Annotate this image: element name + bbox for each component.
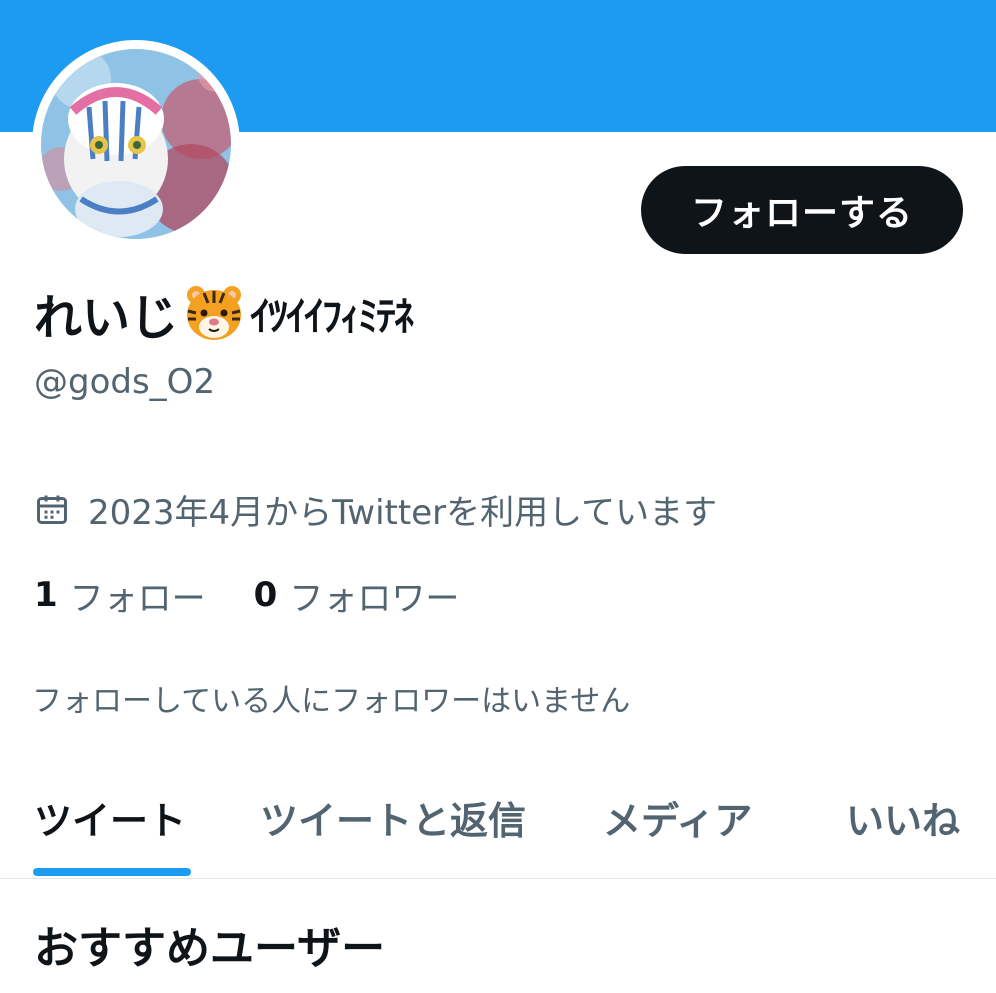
followers-count: 0	[253, 575, 278, 615]
display-name-suffix: ｲﾂｲｲﾌｨﾐﾃﾈ	[250, 294, 414, 340]
mutual-followers-note: フォローしている人にフォロワーはいません	[32, 684, 631, 719]
tab-media[interactable]: メディア	[603, 770, 752, 878]
active-tab-indicator	[33, 868, 191, 876]
followers-link[interactable]: 0 フォロワー	[254, 571, 460, 620]
profile-tabs: ツイート ツイートと返信 メディア いいね	[0, 770, 996, 879]
follow-button[interactable]: フォローする	[641, 166, 963, 254]
following-label: フォロー	[69, 578, 206, 619]
tab-tweets-and-replies[interactable]: ツイートと返信	[260, 770, 526, 878]
joined-date: 2023年4月からTwitterを利用しています	[34, 484, 717, 534]
tab-tweets[interactable]: ツイート	[34, 770, 186, 878]
avatar-image	[41, 49, 231, 239]
display-name: れいじ ｲﾂｲｲﾌｨﾐﾃﾈ	[34, 280, 414, 346]
calendar-icon	[34, 491, 70, 527]
following-count: 1	[34, 575, 58, 615]
follow-stats: 1 フォロー 0 フォロワー	[34, 570, 459, 620]
profile-handle: @gods_O2	[34, 362, 216, 402]
joined-text: 2023年4月からTwitterを利用しています	[88, 492, 718, 533]
tiger-face-icon	[182, 281, 246, 345]
followers-label: フォロワー	[289, 578, 460, 619]
display-name-text: れいじ	[34, 290, 179, 346]
following-link[interactable]: 1 フォロー	[34, 571, 206, 620]
profile-avatar[interactable]	[32, 40, 240, 248]
recommended-users-title: おすすめユーザー	[34, 923, 386, 974]
tab-likes[interactable]: いいね	[846, 770, 960, 878]
